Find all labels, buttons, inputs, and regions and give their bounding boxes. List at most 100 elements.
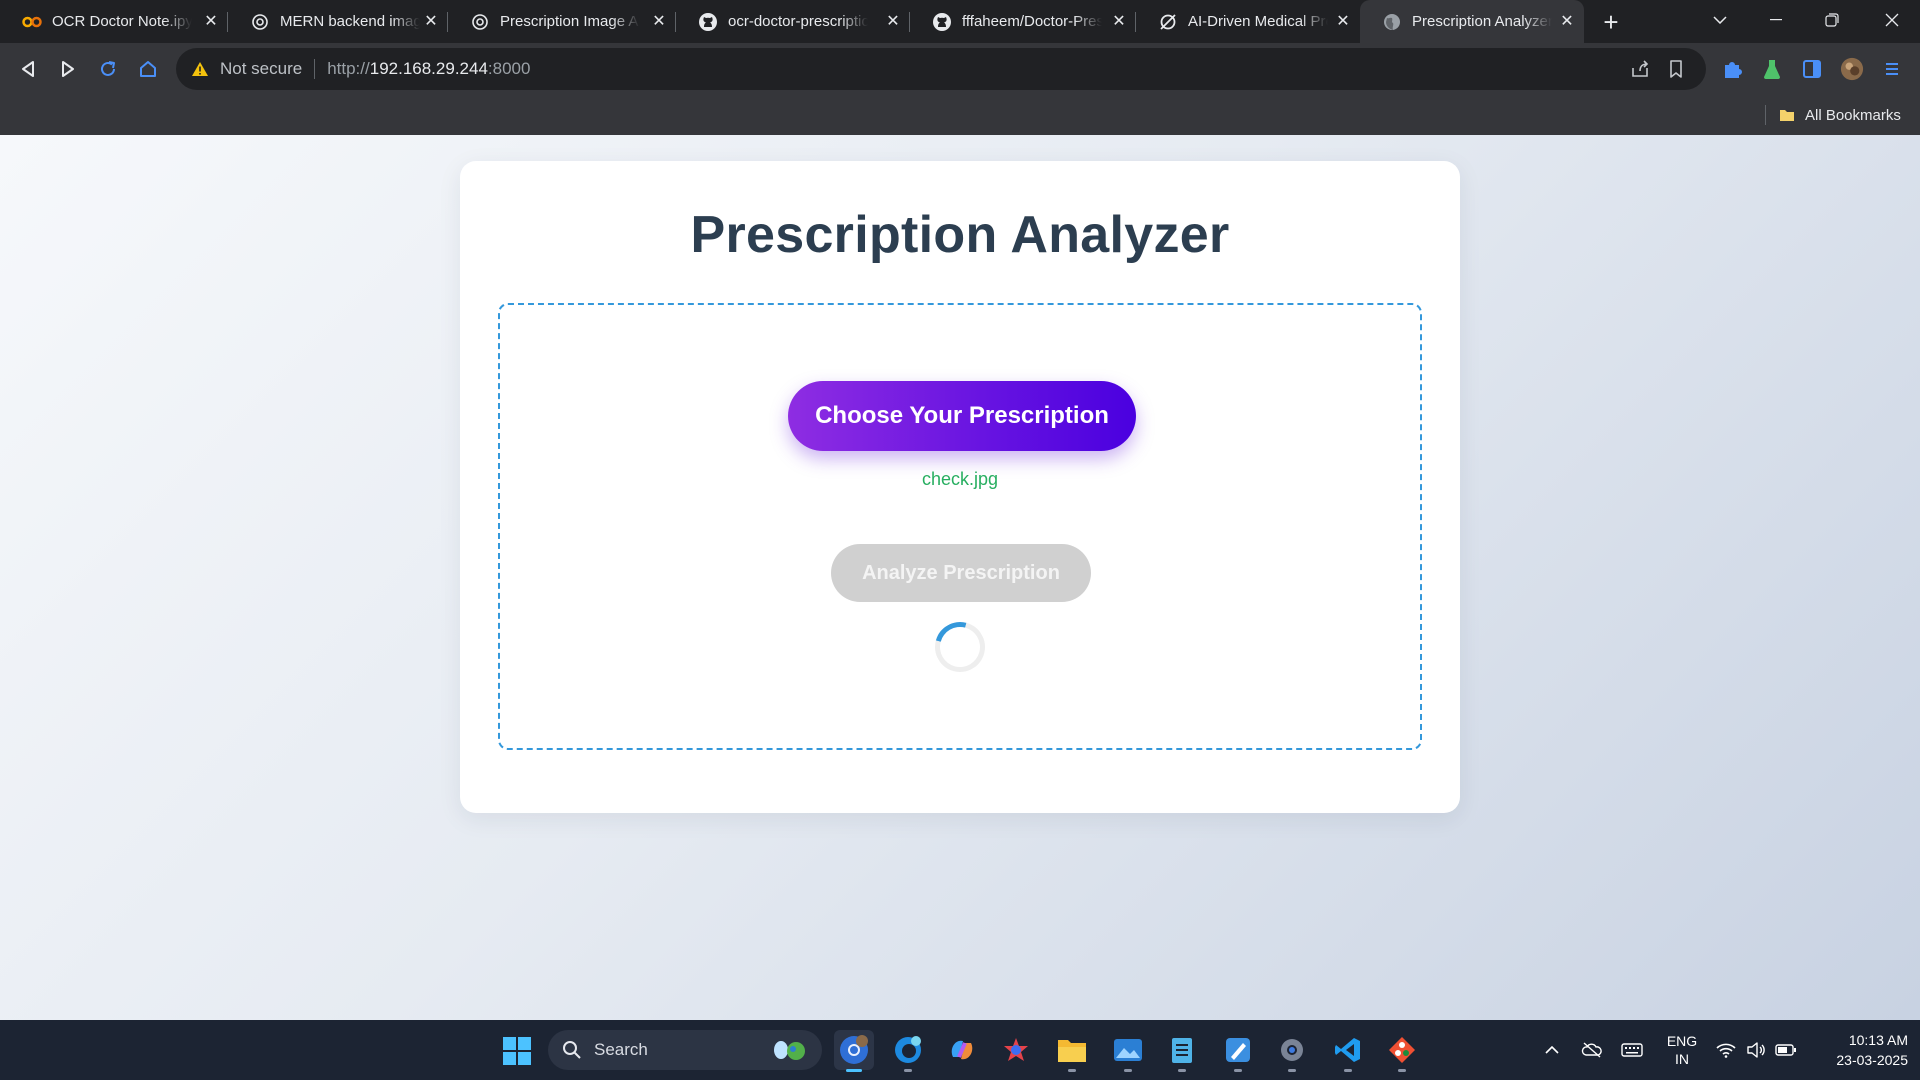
share-icon[interactable]	[1628, 57, 1652, 81]
folder-icon	[1780, 110, 1794, 121]
home-icon	[140, 61, 156, 77]
settings-taskbar-app[interactable]	[1272, 1030, 1312, 1072]
tab-prescription-image-analyzer[interactable]: Prescription Image Analyzer ✕	[448, 0, 676, 43]
tab-ocr-doctor-prescription[interactable]: ocr-doctor-prescription ✕	[676, 0, 910, 43]
windows-logo-icon	[503, 1037, 531, 1065]
settings-icon	[1281, 1039, 1303, 1061]
close-tab-icon[interactable]: ✕	[884, 12, 902, 30]
wifi-icon[interactable]	[1714, 1038, 1738, 1062]
reload-icon	[101, 61, 115, 76]
chrome-icon	[840, 1035, 868, 1064]
file-explorer-taskbar-app[interactable]	[1052, 1030, 1092, 1072]
running-indicator	[1234, 1069, 1242, 1072]
tab-title: Prescription Analyzer	[1412, 13, 1552, 30]
chrome-taskbar-app[interactable]	[834, 1030, 874, 1072]
start-button[interactable]	[502, 1036, 532, 1066]
running-indicator	[846, 1069, 862, 1072]
paint-icon	[1226, 1038, 1250, 1062]
selected-file-name: check.jpg	[921, 469, 999, 489]
globe-icon	[1382, 12, 1402, 32]
notepad-icon	[1172, 1038, 1192, 1063]
restore-icon[interactable]	[1804, 0, 1860, 40]
tab-ai-driven-medical[interactable]: AI-Driven Medical Prescription ✕	[1136, 0, 1360, 43]
labs-flask-icon[interactable]	[1760, 57, 1784, 81]
close-tab-icon[interactable]: ✕	[1110, 12, 1128, 30]
url-scheme: http://	[327, 59, 370, 78]
onedrive-offline-icon[interactable]	[1580, 1038, 1604, 1062]
running-indicator	[904, 1069, 912, 1072]
browser-toolbar: Not secure http://192.168.29.244:8000	[0, 43, 1920, 95]
forward-icon	[62, 61, 74, 77]
tab-title: Prescription Image Analyzer	[500, 13, 640, 30]
tab-prescription-analyzer[interactable]: Prescription Analyzer ✕	[1360, 0, 1584, 43]
app-icon	[1004, 1038, 1028, 1061]
url-port: :8000	[487, 59, 531, 78]
tab-search-icon[interactable]	[1692, 0, 1748, 40]
search-highlight-icon	[774, 1041, 805, 1060]
clock-date: 23-03-2025	[1836, 1052, 1908, 1068]
profile-avatar[interactable]	[1840, 57, 1864, 81]
taskbar-search[interactable]: Search	[548, 1030, 822, 1070]
all-bookmarks-label: All Bookmarks	[1805, 106, 1901, 124]
vscode-taskbar-app[interactable]	[1328, 1030, 1368, 1072]
tab-mern-backend[interactable]: MERN backend image ✕	[228, 0, 448, 43]
chatgpt-icon	[470, 12, 490, 32]
edge-taskbar-app[interactable]	[888, 1030, 928, 1072]
pinned-app[interactable]	[996, 1030, 1036, 1070]
side-panel-icon[interactable]	[1800, 57, 1824, 81]
chatgpt-icon	[250, 12, 270, 32]
close-tab-icon[interactable]: ✕	[202, 12, 220, 30]
home-button[interactable]	[132, 53, 164, 85]
search-placeholder: Search	[594, 1040, 648, 1059]
url-text[interactable]: http://192.168.29.244:8000	[327, 59, 530, 79]
close-window-icon[interactable]	[1864, 0, 1920, 40]
upload-dropzone[interactable]: Choose Your Prescription check.jpg Analy…	[498, 303, 1422, 750]
close-tab-icon[interactable]: ✕	[422, 12, 440, 30]
reload-button[interactable]	[92, 53, 124, 85]
close-tab-icon[interactable]: ✕	[1558, 12, 1576, 30]
tab-fffaheem-doctor[interactable]: fffaheem/Doctor-Prescription ✕	[910, 0, 1136, 43]
minimize-icon[interactable]	[1748, 0, 1804, 40]
back-icon	[22, 61, 34, 77]
tab-title: ocr-doctor-prescription	[728, 13, 868, 30]
perplexity-icon	[1158, 12, 1178, 32]
clock-time: 10:13 AM	[1848, 1032, 1908, 1048]
address-bar[interactable]: Not secure http://192.168.29.244:8000	[176, 48, 1706, 90]
page-background: Prescription Analyzer Choose Your Prescr…	[0, 135, 1920, 1020]
analyze-prescription-button: Analyze Prescription	[831, 544, 1091, 602]
bookmark-star-icon[interactable]	[1664, 57, 1688, 81]
menu-icon[interactable]	[1880, 57, 1904, 81]
volume-icon[interactable]	[1744, 1038, 1768, 1062]
running-indicator	[1398, 1069, 1406, 1072]
choose-prescription-button[interactable]: Choose Your Prescription	[788, 381, 1136, 451]
photos-taskbar-app[interactable]	[1108, 1030, 1148, 1072]
warning-icon[interactable]	[190, 59, 210, 79]
tab-ocr-doctor-note[interactable]: OCR Doctor Note.ipynb ✕	[0, 0, 228, 43]
show-hidden-icons-chevron-icon[interactable]	[1540, 1038, 1564, 1062]
url-host: 192.168.29.244	[369, 59, 488, 78]
git-taskbar-app[interactable]	[1382, 1030, 1422, 1072]
edge-icon	[895, 1036, 921, 1063]
system-clock[interactable]: 10:13 AM 23-03-2025	[1808, 1030, 1908, 1070]
git-icon	[1389, 1037, 1415, 1063]
bookmarks-divider	[1765, 105, 1766, 125]
new-tab-button[interactable]: +	[1596, 7, 1626, 37]
tab-strip: OCR Doctor Note.ipynb ✕ MERN backend ima…	[0, 0, 1920, 43]
back-button[interactable]	[12, 53, 44, 85]
forward-button[interactable]	[52, 53, 84, 85]
all-bookmarks-button[interactable]: All Bookmarks	[1779, 103, 1901, 127]
copilot-taskbar-app[interactable]	[942, 1030, 982, 1070]
close-tab-icon[interactable]: ✕	[650, 12, 668, 30]
keyboard-icon[interactable]	[1620, 1038, 1644, 1062]
notepad-taskbar-app[interactable]	[1162, 1030, 1202, 1072]
language-region: IN	[1675, 1051, 1689, 1067]
extensions-icon[interactable]	[1720, 57, 1744, 81]
security-label[interactable]: Not secure	[220, 59, 302, 79]
battery-icon[interactable]	[1774, 1038, 1798, 1062]
running-indicator	[1124, 1069, 1132, 1072]
close-tab-icon[interactable]: ✕	[1334, 12, 1352, 30]
tab-title: OCR Doctor Note.ipynb	[52, 13, 192, 30]
language-indicator[interactable]: ENG IN	[1664, 1032, 1700, 1068]
paint-taskbar-app[interactable]	[1218, 1030, 1258, 1072]
running-indicator	[1288, 1069, 1296, 1072]
